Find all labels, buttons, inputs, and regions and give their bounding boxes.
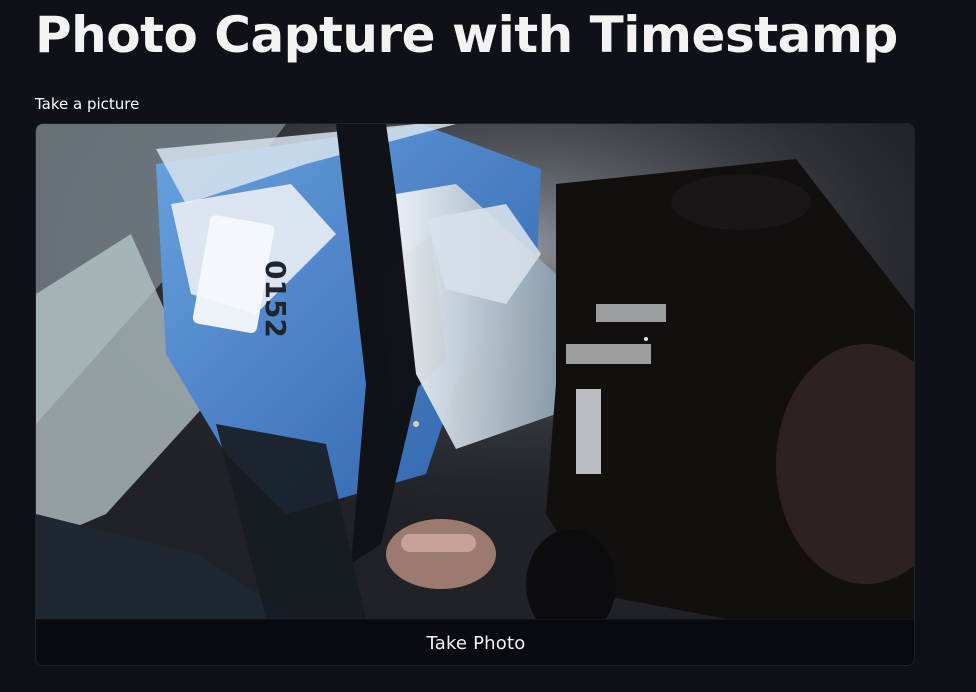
page-title: Photo Capture with Timestamp (35, 6, 898, 64)
camera-input-label: Take a picture (35, 95, 140, 113)
svg-text:0152: 0152 (259, 260, 292, 338)
take-photo-button-label: Take Photo (426, 633, 526, 654)
camera-preview-scene: 0152 (36, 124, 914, 619)
app-root: Photo Capture with Timestamp Take a pict… (0, 0, 976, 692)
camera-preview: 0152 (36, 124, 914, 619)
camera-input-widget: 0152 Take Photo (35, 123, 915, 666)
take-photo-button[interactable]: Take Photo (36, 619, 914, 665)
